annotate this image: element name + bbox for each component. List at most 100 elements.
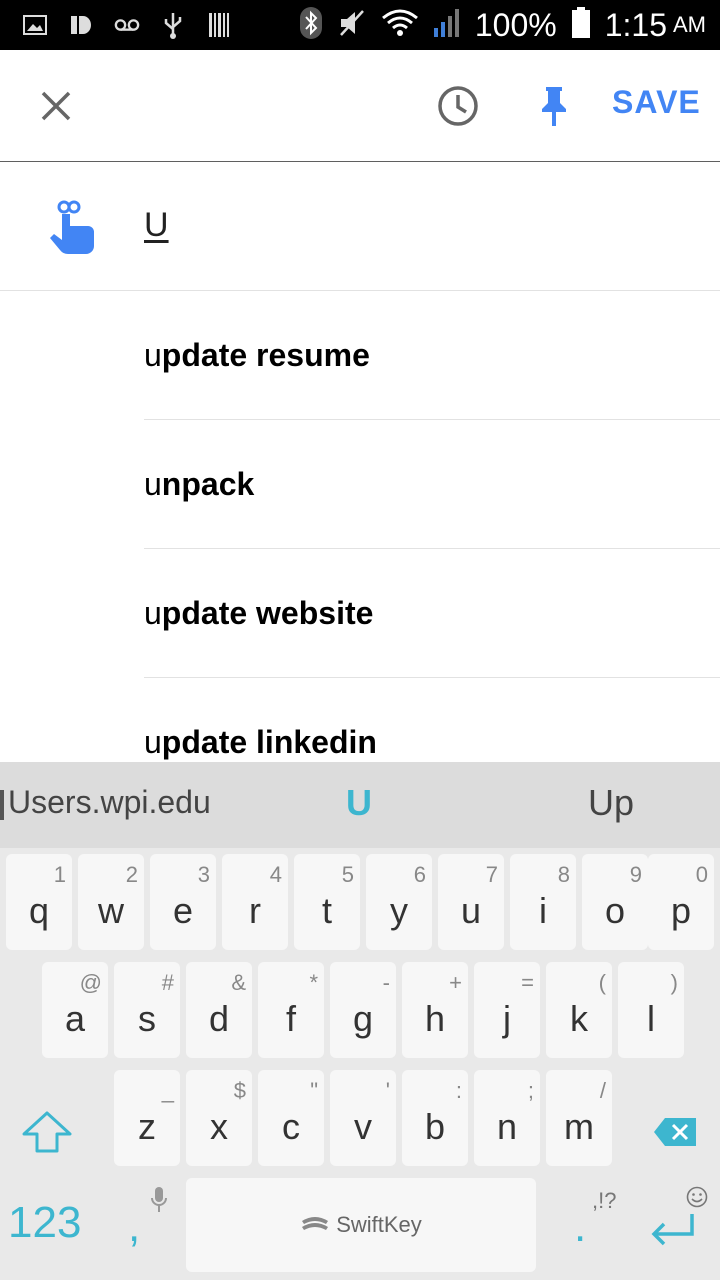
- key-i[interactable]: 8i: [510, 854, 576, 950]
- key-label: i: [539, 890, 547, 931]
- key-alt: _: [161, 1078, 174, 1103]
- battery-icon: [571, 6, 591, 44]
- suggestion-prefix: u: [144, 594, 162, 631]
- prediction-middle[interactable]: U: [346, 782, 372, 824]
- close-icon: [41, 91, 71, 121]
- key-label: u: [460, 890, 482, 931]
- emoji-icon[interactable]: [686, 1186, 708, 1208]
- swiftkey-logo-icon: [302, 1217, 329, 1230]
- clock: 1:15: [604, 6, 667, 43]
- key-alt: -: [382, 970, 390, 995]
- key-c[interactable]: " c: [258, 1070, 324, 1166]
- key-t[interactable]: 5t: [294, 854, 360, 950]
- key-label: q: [28, 890, 50, 931]
- key-x[interactable]: $ x: [186, 1070, 252, 1166]
- key-y[interactable]: 6y: [366, 854, 432, 950]
- suggestion-rest: pdate website: [161, 594, 374, 631]
- key-b[interactable]: :b: [402, 1070, 468, 1166]
- key-h[interactable]: + h: [402, 962, 468, 1058]
- prediction-bar: Users.wpi.edu U Up: [0, 762, 720, 848]
- key-label: o: [604, 890, 626, 931]
- key-f[interactable]: * f: [258, 962, 324, 1058]
- clock-ampm: AM: [673, 12, 706, 37]
- key-n[interactable]: ; n: [474, 1070, 540, 1166]
- key-j[interactable]: = j: [474, 962, 540, 1058]
- key-u[interactable]: 7u: [438, 854, 504, 950]
- key-label: m: [564, 1106, 594, 1147]
- space-key[interactable]: SwiftKey: [186, 1178, 536, 1272]
- suggestion-rest: pdate resume: [161, 336, 370, 373]
- key-alt: 7: [485, 862, 498, 887]
- hand-reminder-icon: [50, 200, 94, 254]
- pin-icon: [542, 87, 566, 126]
- key-alt: ": [310, 1078, 318, 1103]
- key-k[interactable]: (k: [546, 962, 612, 1058]
- mic-icon: [151, 1187, 167, 1212]
- time-reminder-button[interactable]: [432, 80, 484, 132]
- key-v[interactable]: ' v: [330, 1070, 396, 1166]
- keyboard: Users.wpi.edu U Up 1q 2w 3e 4r 5t 6y 7u …: [0, 762, 720, 1280]
- key-z[interactable]: _ z: [114, 1070, 180, 1166]
- key-d[interactable]: & d: [186, 962, 252, 1058]
- key-alt: 4: [269, 862, 282, 887]
- prediction-left[interactable]: Users.wpi.edu: [8, 784, 211, 821]
- image-icon: [22, 12, 48, 38]
- key-m[interactable]: / m: [546, 1070, 612, 1166]
- key-label: w: [98, 890, 124, 931]
- reminder-input-row: U: [0, 162, 720, 291]
- key-label: d: [208, 998, 230, 1039]
- key-l[interactable]: ) l: [618, 962, 684, 1058]
- key-alt: @: [79, 970, 102, 995]
- key-label: e: [172, 890, 194, 931]
- key-q[interactable]: 1q: [6, 854, 72, 950]
- key-alt: /: [599, 1078, 606, 1103]
- key-r[interactable]: 4r: [222, 854, 288, 950]
- prediction-right[interactable]: Up: [588, 782, 634, 824]
- pin-button[interactable]: [528, 80, 580, 132]
- signal-icon: [433, 8, 461, 43]
- enter-key[interactable]: [648, 1210, 698, 1250]
- comma-key[interactable]: ,: [128, 1202, 140, 1252]
- key-g[interactable]: -g: [330, 962, 396, 1058]
- key-alt: 1: [53, 862, 66, 887]
- suggestion-list: u pdate resume u npack u pdate website u pda…: [0, 291, 720, 807]
- key-alt: #: [161, 970, 174, 995]
- suggestion-item[interactable]: u npack: [144, 420, 720, 549]
- key-alt: 8: [557, 862, 570, 887]
- close-button[interactable]: [30, 80, 82, 132]
- key-p[interactable]: 0p: [648, 854, 714, 950]
- key-label: v: [354, 1106, 372, 1147]
- numbers-key[interactable]: 123: [8, 1198, 81, 1248]
- key-alt: +: [449, 970, 462, 995]
- key-e[interactable]: 3e: [150, 854, 216, 950]
- suggestion-item[interactable]: u pdate resume: [144, 291, 720, 420]
- key-label: s: [138, 998, 156, 1039]
- key-a[interactable]: @ a: [42, 962, 108, 1058]
- suggestion-prefix: u: [144, 465, 162, 502]
- key-alt: ;: [527, 1078, 534, 1103]
- shift-key[interactable]: [14, 1084, 80, 1180]
- key-w[interactable]: 2w: [78, 854, 144, 950]
- reminder-title-input[interactable]: U: [144, 206, 169, 245]
- suggestion-item[interactable]: u pdate website: [144, 549, 720, 678]
- key-label: l: [647, 998, 655, 1039]
- voicemail-icon: [114, 12, 140, 38]
- key-alt: 9: [629, 862, 642, 887]
- key-s[interactable]: # s: [114, 962, 180, 1058]
- key-alt: &: [231, 970, 246, 995]
- key-alt: 6: [413, 862, 426, 887]
- save-button[interactable]: SAVE: [612, 84, 701, 128]
- key-alt: 2: [125, 862, 138, 887]
- key-label: j: [503, 998, 511, 1039]
- prediction-edge-marker: [0, 790, 6, 820]
- app-bar: SAVE: [0, 50, 720, 162]
- usb-icon: [160, 12, 186, 39]
- key-label: c: [282, 1106, 300, 1147]
- period-key[interactable]: .: [574, 1202, 586, 1252]
- battery-percent: 100%: [474, 6, 557, 43]
- key-label: y: [390, 890, 408, 931]
- backspace-key[interactable]: [642, 1084, 708, 1180]
- key-o[interactable]: 9o: [582, 854, 648, 950]
- key-alt: =: [521, 970, 534, 995]
- key-label: a: [64, 998, 86, 1039]
